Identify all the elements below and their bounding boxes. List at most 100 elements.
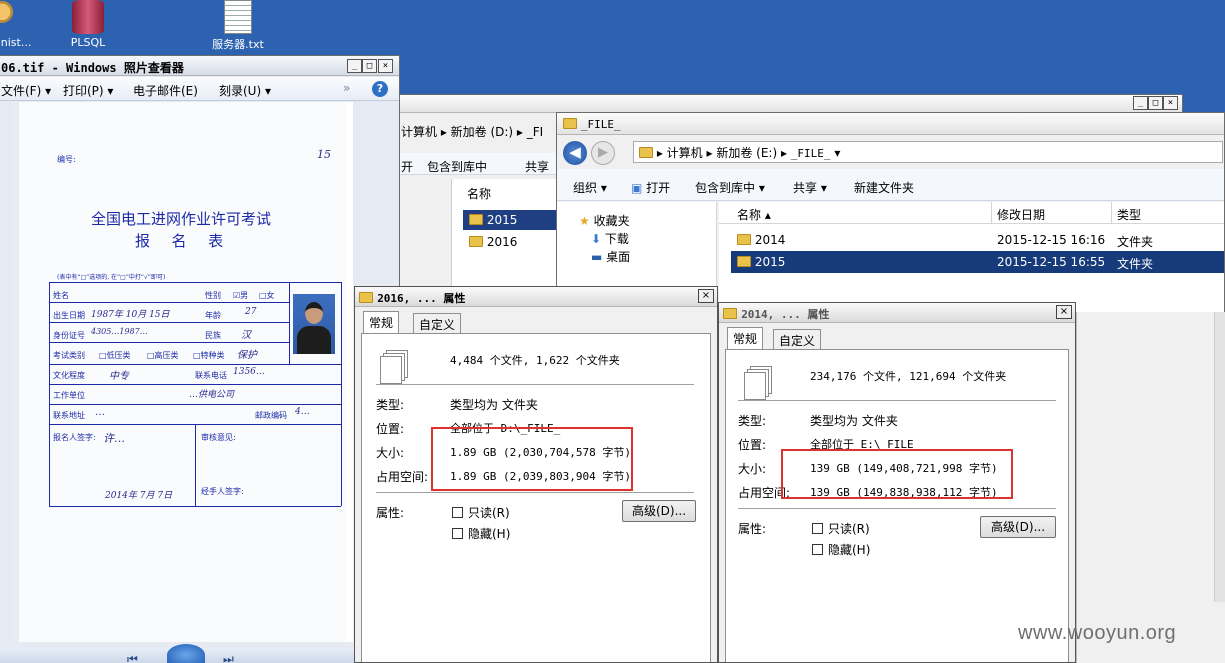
menu-email[interactable]: 电子邮件(E) xyxy=(133,82,198,99)
summary-count: 4,484 个文件, 1,622 个文件夹 xyxy=(450,354,620,367)
close-button[interactable]: × xyxy=(1056,305,1072,319)
row-modified: 2015-12-15 16:55 xyxy=(997,255,1106,269)
text-file-icon xyxy=(224,0,252,34)
desktop-icon: ▬ xyxy=(591,250,603,264)
doc-number-value: 15 xyxy=(317,148,331,161)
column-divider xyxy=(1111,202,1112,224)
minimize-button[interactable]: _ xyxy=(347,59,362,73)
column-header-row xyxy=(719,202,1224,224)
share-button[interactable]: 共享 ▾ xyxy=(793,179,827,196)
column-header-modified[interactable]: 修改日期 xyxy=(997,206,1045,223)
type-value: 类型均为 文件夹 xyxy=(450,398,538,412)
column-header-name[interactable]: 名称 ▴ xyxy=(737,206,771,223)
tab-custom[interactable]: 自定义 xyxy=(773,329,822,349)
column-header-type[interactable]: 类型 xyxy=(1117,206,1141,223)
nav-favorites[interactable]: ★ 收藏夹 xyxy=(579,212,630,229)
address-bar[interactable]: 计算机 ▸ 新加卷 (D:) ▸ _FI xyxy=(401,123,561,140)
overflow-chevron-icon[interactable]: » xyxy=(343,81,350,95)
readonly-label[interactable]: 只读(R) xyxy=(828,520,870,537)
field-phone: 联系电话 xyxy=(195,371,227,380)
menu-burn[interactable]: 刻录(U) ▾ xyxy=(219,82,271,99)
column-name-label: 名称 xyxy=(737,208,762,222)
list-item[interactable]: 2015 xyxy=(469,213,517,227)
folder-icon xyxy=(723,308,737,319)
readonly-checkbox[interactable] xyxy=(812,523,823,534)
photo-face xyxy=(305,302,323,324)
desktop-icon-plsql[interactable]: PLSQL xyxy=(52,0,124,49)
maximize-button[interactable]: □ xyxy=(1148,96,1163,110)
open-button[interactable]: 开 xyxy=(401,158,413,175)
attributes-label: 属性: xyxy=(738,522,767,536)
folder-icon xyxy=(469,214,483,225)
tab-general[interactable]: 常规 xyxy=(727,327,764,350)
breadcrumb[interactable]: ▸ 计算机 ▸ 新加卷 (E:) ▸ _FILE_ ▾ xyxy=(639,144,840,161)
organize-label: 组织 xyxy=(573,181,598,195)
field-employer-value: …供电公司 xyxy=(189,390,235,400)
nav-downloads[interactable]: ⬇ 下载 xyxy=(591,230,629,247)
open-button[interactable]: ▣ 打开 xyxy=(631,179,670,196)
share-button[interactable]: 共享 xyxy=(525,158,549,175)
multiple-files-icon xyxy=(380,356,402,384)
field-ethnic: 民族 xyxy=(205,331,221,340)
advanced-button[interactable]: 高级(D)... xyxy=(980,516,1056,538)
hidden-label[interactable]: 隐藏(H) xyxy=(828,541,870,558)
hidden-label[interactable]: 隐藏(H) xyxy=(468,525,510,542)
hidden-checkbox[interactable] xyxy=(812,544,823,555)
maximize-button[interactable]: □ xyxy=(362,59,377,73)
new-folder-button[interactable]: 新建文件夹 xyxy=(854,179,914,196)
list-item[interactable]: 2016 xyxy=(469,235,517,249)
breadcrumb-folder[interactable]: _FILE_ xyxy=(791,147,831,160)
folder-icon xyxy=(737,256,751,267)
desktop-icon-administrator[interactable]: Administ... xyxy=(0,0,38,49)
disk-usage-label: 占用空间: xyxy=(376,470,429,484)
field-review: 审核意见: xyxy=(201,433,236,442)
star-icon: ★ xyxy=(579,214,590,228)
row-type: 文件夹 xyxy=(1117,257,1154,271)
field-education-value: 中专 xyxy=(109,371,129,382)
tab-custom[interactable]: 自定义 xyxy=(413,313,462,333)
doc-title-line2: 报 名 表 xyxy=(135,232,228,250)
minimize-button[interactable]: _ xyxy=(1133,96,1148,110)
field-age: 年龄 xyxy=(205,311,221,320)
column-header-name[interactable]: 名称 xyxy=(467,185,491,202)
size-label: 大小: xyxy=(738,462,767,476)
background-window-edge xyxy=(1076,312,1225,663)
nav-desktop[interactable]: ▬ 桌面 xyxy=(591,248,630,265)
advanced-button[interactable]: 高级(D)... xyxy=(622,500,696,522)
multiple-files-icon xyxy=(744,372,766,400)
include-label: 包含到库中 xyxy=(695,181,756,195)
table-line xyxy=(289,282,290,364)
include-in-library-button[interactable]: 包含到库中 xyxy=(427,158,487,175)
row-name: 2015 xyxy=(737,255,785,269)
general-tab-page: 4,484 个文件, 1,622 个文件夹 类型: 类型均为 文件夹 位置: 全… xyxy=(361,333,711,662)
help-button[interactable]: ? xyxy=(372,81,388,97)
general-tab-page: 234,176 个文件, 121,694 个文件夹 类型: 类型均为 文件夹 位… xyxy=(725,349,1069,662)
desktop-icon-server-txt[interactable]: 服务器.txt xyxy=(202,0,274,52)
menu-print[interactable]: 打印(P) ▾ xyxy=(63,82,113,99)
readonly-label[interactable]: 只读(R) xyxy=(468,504,510,521)
previous-icon[interactable]: ⏮ xyxy=(127,652,138,663)
readonly-checkbox[interactable] xyxy=(452,507,463,518)
dialog-title-text: 2016, ... 属性 xyxy=(377,292,466,305)
next-icon[interactable]: ⏭ xyxy=(223,652,234,663)
forward-button[interactable]: ▶ xyxy=(591,141,615,165)
scrollbar[interactable] xyxy=(1214,312,1225,602)
hidden-checkbox[interactable] xyxy=(452,528,463,539)
close-button[interactable]: × xyxy=(378,59,393,73)
close-button[interactable]: × xyxy=(1163,96,1178,110)
breadcrumb-drive[interactable]: 新加卷 (E:) xyxy=(716,146,777,160)
tab-general[interactable]: 常规 xyxy=(363,311,400,334)
menu-file[interactable]: 文件(F) ▾ xyxy=(1,82,51,99)
back-button[interactable]: ◀ xyxy=(563,141,587,165)
field-address: 联系地址 xyxy=(53,411,85,420)
play-slideshow-button[interactable] xyxy=(167,644,205,663)
photo-shirt xyxy=(297,326,331,354)
dialog-title: 2014, ... 属性 xyxy=(723,306,829,322)
attributes-label: 属性: xyxy=(376,506,405,520)
location-label: 位置: xyxy=(376,422,405,436)
table-line xyxy=(195,424,196,506)
include-in-library-button[interactable]: 包含到库中 ▾ xyxy=(695,179,765,196)
breadcrumb-computer[interactable]: 计算机 xyxy=(667,146,703,160)
close-button[interactable]: × xyxy=(698,289,714,303)
organize-button[interactable]: 组织 ▾ xyxy=(573,179,607,196)
